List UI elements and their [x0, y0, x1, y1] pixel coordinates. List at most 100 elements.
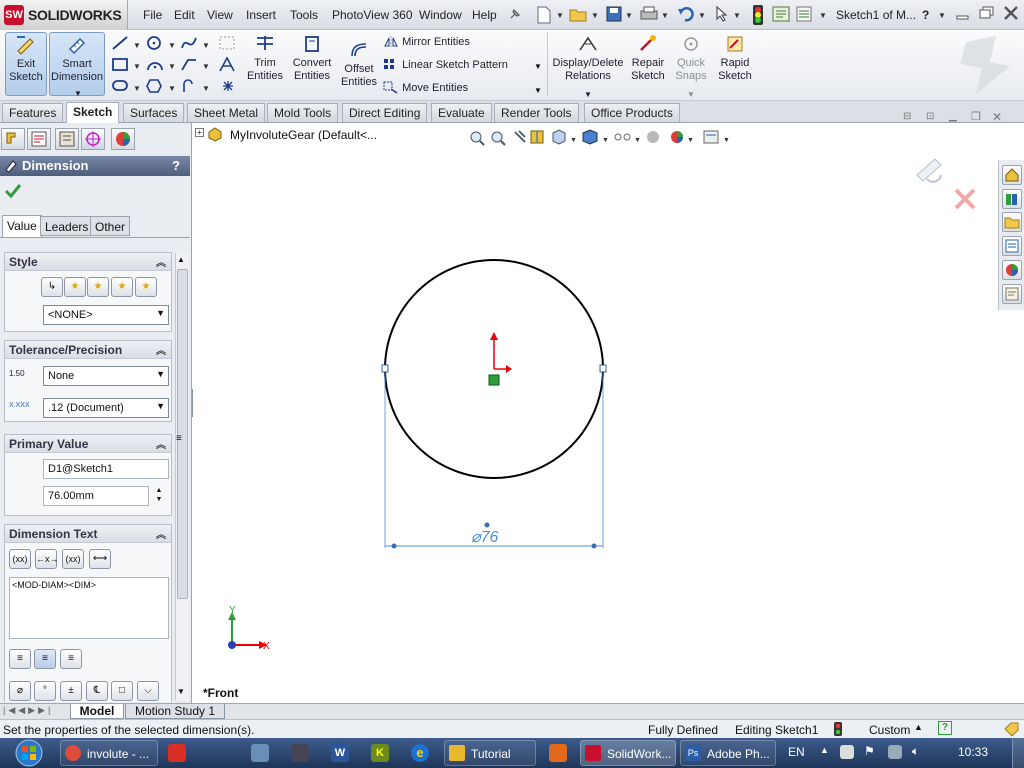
point-tool-icon[interactable] — [223, 81, 233, 91]
tab-model[interactable]: Model — [70, 704, 124, 719]
gmail-icon[interactable] — [168, 744, 186, 762]
trim-entities-button[interactable]: Trim Entities — [244, 32, 286, 83]
value-spinner[interactable]: ▲ ▼ — [152, 486, 166, 506]
repair-sketch-button[interactable]: Repair Sketch — [629, 32, 667, 83]
fillet-tool-icon[interactable] — [181, 59, 196, 71]
chevron-down-icon[interactable]: ▼ — [687, 88, 695, 101]
dimension-text-area[interactable]: <MOD-DIAM><DIM> — [9, 577, 169, 639]
load-style-button[interactable]: ★ — [135, 277, 157, 297]
chevron-down-icon[interactable]: ▼ — [202, 41, 210, 50]
chevron-down-icon[interactable]: ▼ — [133, 41, 141, 50]
tile-horizontal-icon[interactable]: ⊟ — [903, 111, 911, 122]
display-manager-tab[interactable] — [111, 128, 135, 150]
chevron-down-icon[interactable]: ▼ — [556, 11, 564, 20]
dimension-name-field[interactable]: D1@Sketch1 — [43, 459, 169, 479]
chevron-down-icon[interactable]: ▼ — [698, 11, 706, 20]
restore-icon[interactable] — [979, 6, 995, 20]
rectangle-tool-icon[interactable] — [112, 58, 128, 71]
taskbar-item-solidworks[interactable]: SolidWork... — [580, 740, 676, 766]
task-pane-design-library-icon[interactable] — [1002, 189, 1022, 209]
dimxpert-tab[interactable] — [81, 128, 105, 150]
tab-scroll-arrows-icon[interactable]: |◀◀▶▶| — [3, 705, 53, 716]
property-manager-tab[interactable] — [27, 128, 51, 150]
pin-icon[interactable] — [508, 7, 522, 21]
style-select[interactable]: <NONE> ▼ — [43, 305, 169, 325]
internet-explorer-icon[interactable]: e — [411, 744, 429, 762]
square-symbol-icon[interactable]: □ — [111, 681, 133, 701]
subtab-other[interactable]: Other — [90, 216, 131, 236]
tray-app-icon[interactable] — [840, 745, 854, 759]
polygon-tool-icon[interactable] — [146, 79, 162, 93]
task-pane-file-explorer-icon[interactable] — [1002, 212, 1022, 232]
align-left-icon[interactable]: ≡ — [9, 649, 31, 669]
rapid-sketch-button[interactable]: Rapid Sketch — [715, 32, 755, 83]
show-desktop-button[interactable] — [1012, 738, 1024, 768]
rebuild-indicator-icon[interactable] — [834, 722, 842, 736]
task-pane-custom-properties-icon[interactable] — [1002, 284, 1022, 304]
apply-default-style-button[interactable]: ↳ — [41, 277, 63, 297]
dimtext-inspection-button[interactable]: (xx) — [62, 549, 84, 569]
taskbar-item-tutorial[interactable]: Tutorial — [444, 740, 536, 766]
doc-minimize-icon[interactable]: ▁ — [949, 111, 957, 122]
menu-help[interactable]: Help — [472, 8, 497, 22]
action-center-flag-icon[interactable]: ⚑ — [864, 744, 875, 758]
options-icon[interactable] — [796, 6, 812, 22]
language-indicator[interactable]: EN — [788, 745, 805, 759]
taskbar-item-photoshop[interactable]: Ps Adobe Ph... — [680, 740, 776, 766]
exit-sketch-button[interactable]: Exit Sketch — [5, 32, 47, 96]
primary-value-group-header[interactable]: Primary Value ︽ — [5, 435, 171, 453]
feature-manager-tab[interactable] — [1, 128, 25, 150]
chevron-down-icon[interactable]: ▼ — [584, 88, 592, 101]
tab-sketch[interactable]: Sketch — [66, 102, 120, 123]
rebuild-traffic-light-icon[interactable] — [752, 5, 764, 25]
precision-select[interactable]: .12 (Document) ▼ — [43, 398, 169, 418]
save-style-button[interactable]: ★ — [111, 277, 133, 297]
new-document-icon[interactable] — [536, 6, 552, 24]
tab-render-tools[interactable]: Render Tools — [494, 103, 579, 122]
chevron-down-icon[interactable]: ▼ — [133, 62, 141, 71]
plus-minus-symbol-icon[interactable]: ± — [60, 681, 82, 701]
tab-motion-study[interactable]: Motion Study 1 — [125, 704, 225, 719]
delete-style-button[interactable]: ★ — [87, 277, 109, 297]
chevron-down-icon[interactable]: ▼ — [661, 11, 669, 20]
tab-mold-tools[interactable]: Mold Tools — [267, 103, 339, 122]
chevron-down-icon[interactable]: ▼ — [168, 84, 176, 93]
align-right-icon[interactable]: ≡ — [60, 649, 82, 669]
offset-entities-button[interactable]: Offset Entities — [339, 38, 379, 89]
dimtext-add-parentheses-button[interactable]: (xx) — [9, 549, 31, 569]
task-pane-home-icon[interactable] — [1002, 165, 1022, 185]
tolerance-type-select[interactable]: None ▼ — [43, 366, 169, 386]
move-entities-button[interactable]: Move Entities — [383, 81, 468, 95]
collapse-icon[interactable]: ︽ — [156, 342, 166, 357]
slot-tool-icon[interactable] — [112, 80, 128, 91]
close-icon[interactable] — [1003, 6, 1019, 20]
media-player-icon[interactable] — [549, 744, 567, 762]
app-icon[interactable] — [251, 744, 269, 762]
chevron-down-icon[interactable]: ▼ — [625, 11, 633, 20]
menu-photoview[interactable]: PhotoView 360 — [332, 8, 413, 22]
graphics-area[interactable]: + MyInvoluteGear (Default<... ▼ ▼ ▼ ▼ ▼ … — [193, 110, 1002, 703]
chevron-down-icon[interactable]: ▼ — [202, 84, 210, 93]
panel-scrollbar[interactable]: ▲ ▼ — [175, 253, 189, 701]
quick-snaps-button[interactable]: Quick Snaps ▼ — [673, 32, 709, 99]
open-folder-icon[interactable] — [569, 6, 587, 22]
tab-evaluate[interactable]: Evaluate — [431, 103, 492, 122]
subtab-leaders[interactable]: Leaders — [40, 216, 94, 236]
collapse-icon[interactable]: ︽ — [156, 436, 166, 451]
menu-view[interactable]: View — [207, 8, 233, 22]
dimtext-offset-text-icon[interactable]: ⟷ — [89, 549, 111, 569]
app-k-icon[interactable]: K — [371, 744, 389, 762]
select-arrow-icon[interactable] — [715, 6, 729, 22]
diameter-symbol-icon[interactable]: ⌀ — [9, 681, 31, 701]
word-icon[interactable]: W — [331, 744, 349, 762]
dimtext-center-button[interactable]: ←x→ — [35, 549, 59, 569]
dimension-text-group-header[interactable]: Dimension Text ︽ — [5, 525, 171, 543]
circle-quadrant-right[interactable] — [599, 364, 607, 373]
pm-help-button[interactable]: ? — [172, 158, 180, 173]
chevron-down-icon[interactable]: ▼ — [168, 41, 176, 50]
diameter-dimension[interactable] — [384, 373, 604, 549]
solidworks-logo[interactable]: SW SOLIDWORKS — [0, 0, 128, 30]
undo-icon[interactable] — [677, 6, 695, 22]
linear-pattern-button[interactable]: Linear Sketch Pattern — [383, 58, 508, 72]
text-tool-icon[interactable] — [219, 56, 235, 72]
